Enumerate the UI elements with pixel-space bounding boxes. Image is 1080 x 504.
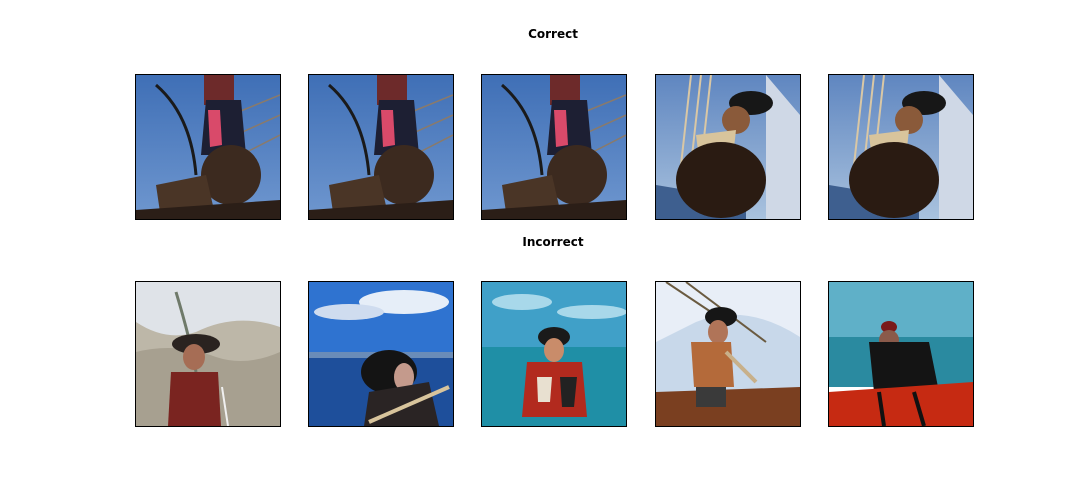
- pirate-red-cloak-sea-image: [481, 281, 627, 427]
- pirate-red-deck-image: [828, 281, 974, 427]
- pirate-on-beach-image: [135, 281, 281, 427]
- correct-title: Correct: [528, 27, 578, 41]
- pirate-ship-rigging-image: [828, 74, 974, 220]
- pirate-ship-deck-image: [655, 281, 801, 427]
- incorrect-title: Incorrect: [522, 235, 584, 249]
- pirate-archer-sky-image: [135, 74, 281, 220]
- pirate-ship-rigging-image: [655, 74, 801, 220]
- incorrect-images-row: [0, 281, 1080, 427]
- correct-images-row: [0, 74, 1080, 220]
- pirate-archer-sky-image: [481, 74, 627, 220]
- pirate-sea-sky-image: [308, 281, 454, 427]
- pirate-archer-sky-image: [308, 74, 454, 220]
